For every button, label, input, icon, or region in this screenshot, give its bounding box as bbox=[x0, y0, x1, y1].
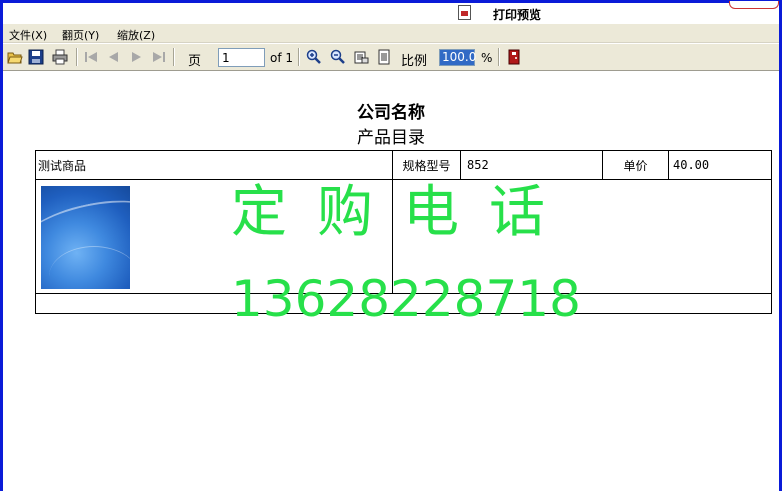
zoom-percent: % bbox=[481, 51, 493, 65]
zoom-input[interactable]: 100.0 bbox=[439, 49, 476, 66]
table-cell bbox=[35, 293, 772, 314]
zoom-in-icon[interactable] bbox=[306, 49, 322, 65]
save-icon[interactable] bbox=[28, 49, 44, 65]
product-image-cell bbox=[35, 179, 393, 294]
whole-page-icon[interactable] bbox=[376, 49, 392, 65]
last-page-icon[interactable] bbox=[151, 49, 167, 65]
product-table: 测试商品 规格型号 852 单价 40.00 bbox=[35, 150, 772, 314]
previous-page-icon[interactable] bbox=[105, 49, 121, 65]
zoom-out-icon[interactable] bbox=[330, 49, 346, 65]
spec-value: 852 bbox=[460, 150, 603, 180]
title-bar: 打印预览 bbox=[3, 1, 779, 23]
page-number-input[interactable] bbox=[218, 48, 265, 67]
product-name: 测试商品 bbox=[35, 150, 393, 180]
page-width-icon[interactable] bbox=[353, 49, 369, 65]
toolbar-separator bbox=[173, 48, 174, 66]
menu-zoom[interactable]: 缩放(Z) bbox=[117, 27, 155, 43]
zoom-label: 比例 bbox=[401, 54, 428, 69]
table-row: 测试商品 规格型号 852 单价 40.00 bbox=[35, 150, 772, 180]
price-value: 40.00 bbox=[668, 150, 772, 180]
table-row bbox=[35, 179, 772, 294]
preview-document: 公司名称 产品目录 测试商品 规格型号 852 单价 40.00 定购电话 13… bbox=[3, 72, 779, 491]
page-count: of 1 bbox=[270, 51, 294, 65]
toolbar: 页 of 1 比例 100.0 % bbox=[3, 44, 779, 71]
page-label: 页 bbox=[188, 54, 202, 69]
table-row bbox=[35, 293, 772, 314]
window-title: 打印预览 bbox=[493, 8, 542, 22]
first-page-icon[interactable] bbox=[83, 49, 99, 65]
menu-file[interactable]: 文件(X) bbox=[9, 27, 47, 43]
exit-icon[interactable] bbox=[506, 49, 522, 65]
toolbar-separator bbox=[498, 48, 499, 66]
product-image bbox=[41, 186, 130, 289]
open-folder-icon[interactable] bbox=[7, 49, 23, 65]
toolbar-separator bbox=[76, 48, 77, 66]
menu-bar: 文件(X) 翻页(Y) 缩放(Z) bbox=[3, 24, 779, 43]
document-icon bbox=[458, 5, 471, 20]
menu-page[interactable]: 翻页(Y) bbox=[62, 27, 99, 43]
spec-label: 规格型号 bbox=[392, 150, 461, 180]
print-preview-window: 打印预览 文件(X) 翻页(Y) 缩放(Z) 页 1 of 1 比例 100.0… bbox=[0, 0, 782, 491]
catalog-title: 产品目录 bbox=[357, 128, 425, 148]
close-button[interactable] bbox=[729, 1, 779, 9]
price-label: 单价 bbox=[602, 150, 669, 180]
next-page-icon[interactable] bbox=[129, 49, 145, 65]
toolbar-separator bbox=[298, 48, 299, 66]
table-cell bbox=[392, 179, 772, 294]
print-icon[interactable] bbox=[52, 49, 68, 65]
company-name: 公司名称 bbox=[357, 103, 425, 123]
